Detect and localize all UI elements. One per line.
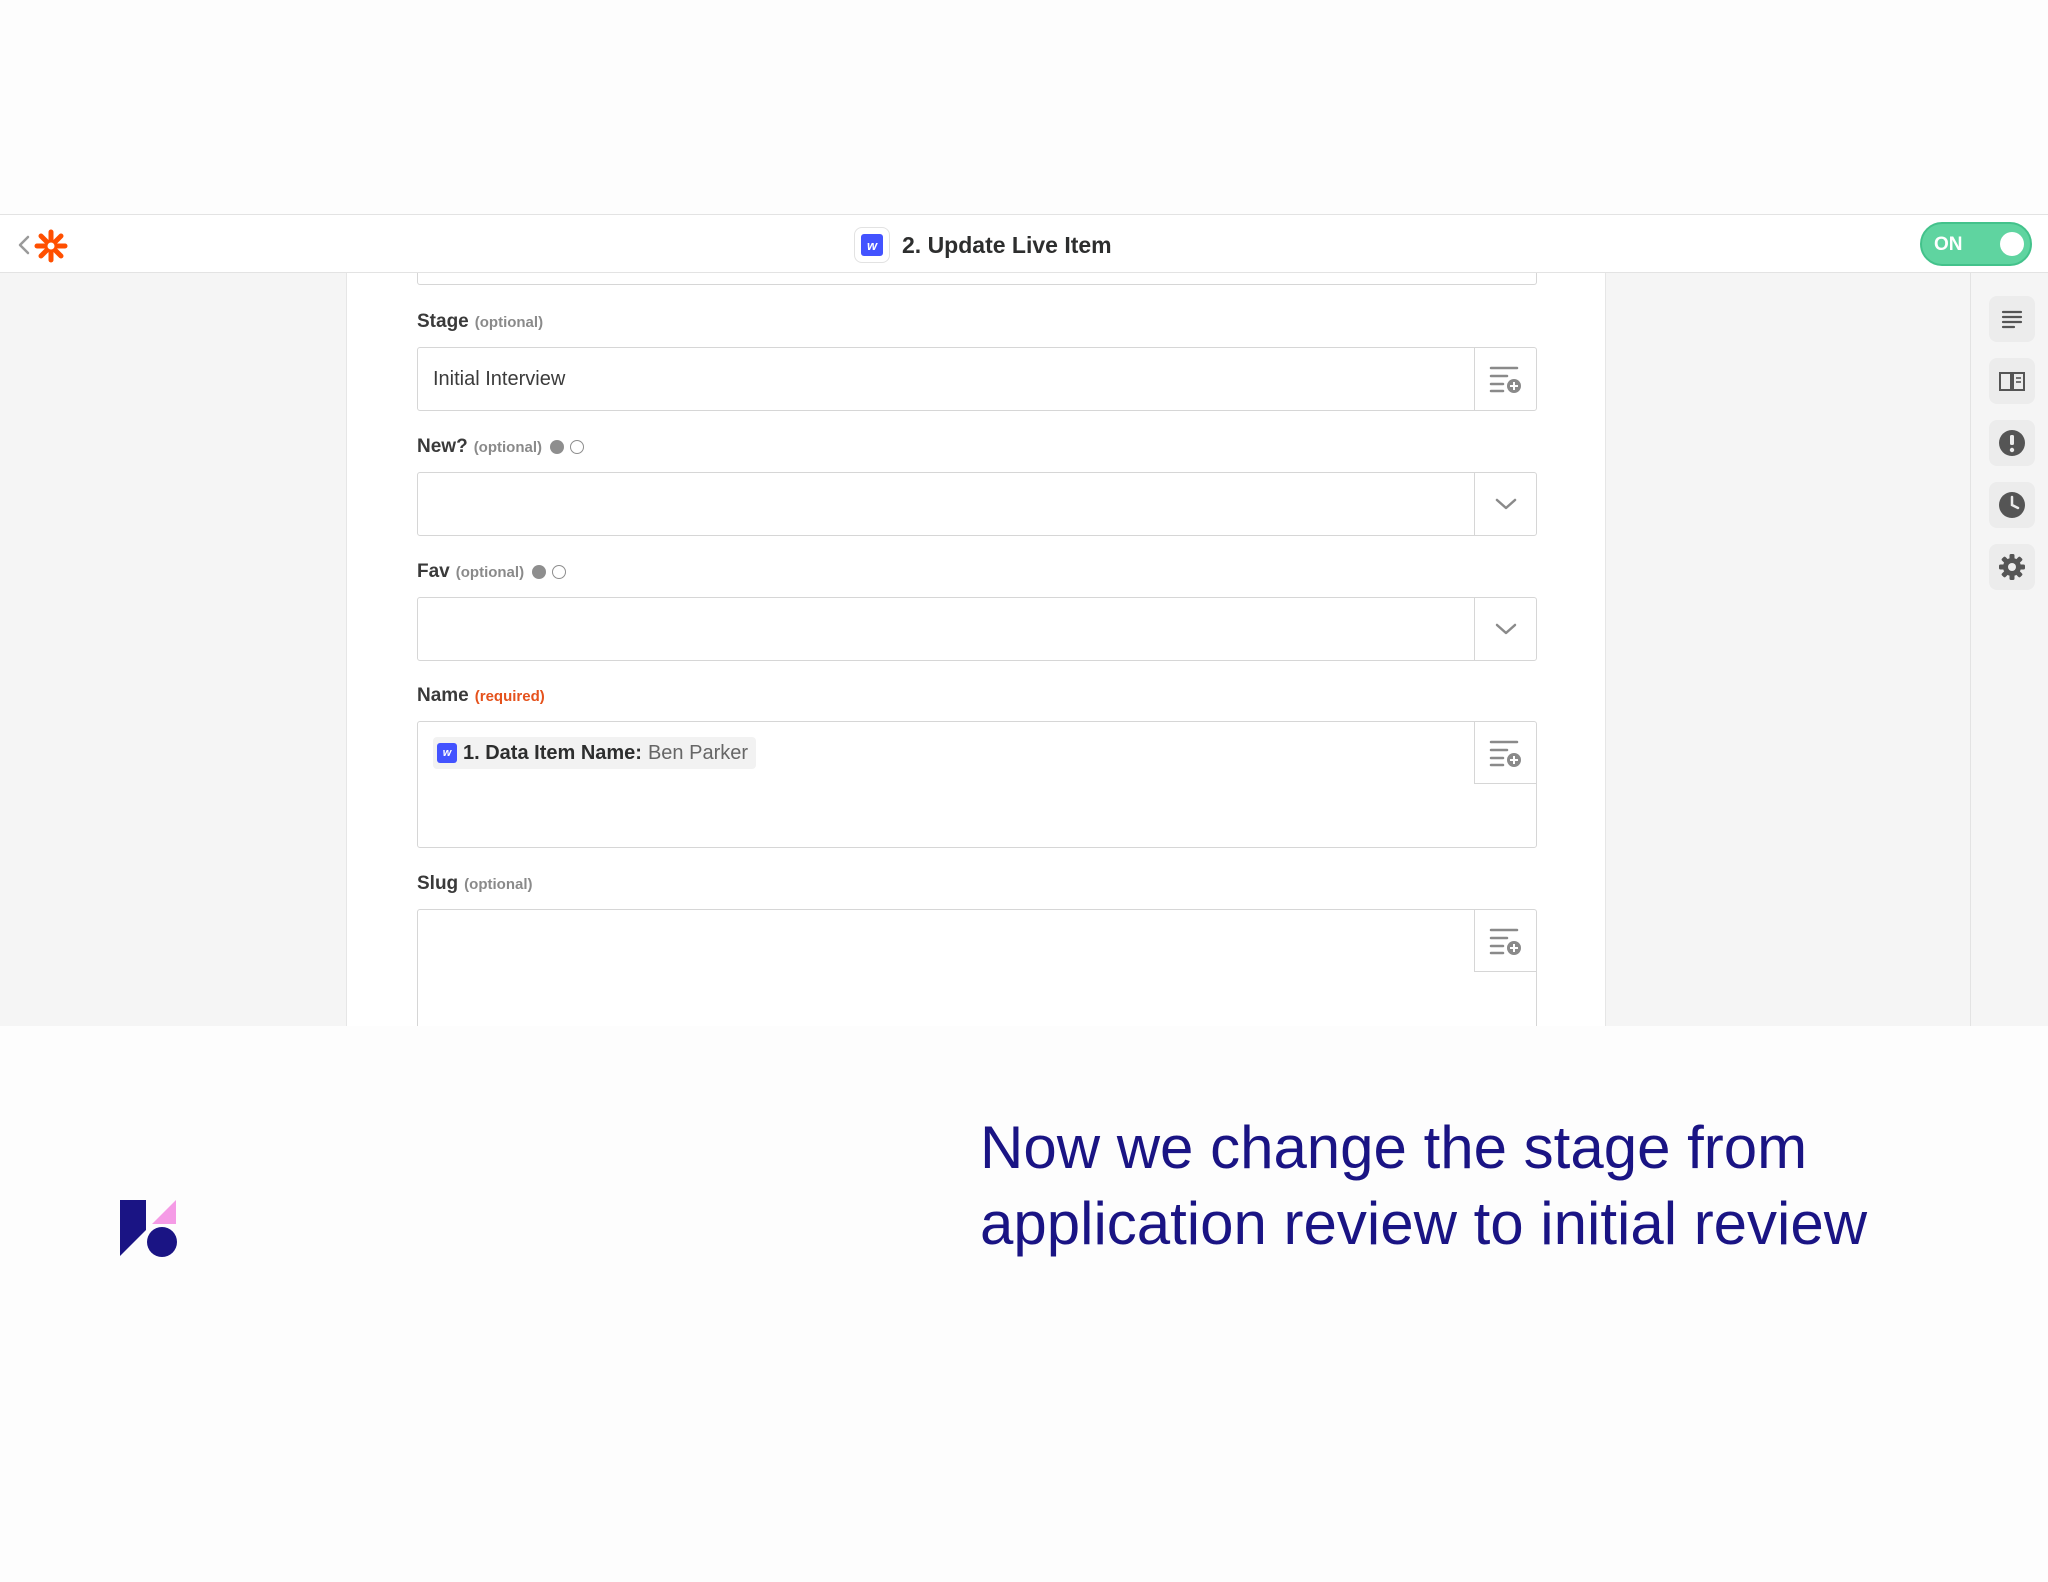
fav-dropdown-toggle[interactable]	[1474, 598, 1536, 660]
rail-settings-button[interactable]	[1989, 544, 2035, 590]
name-label-text: Name	[417, 685, 469, 706]
insert-data-icon	[1489, 928, 1521, 955]
tutorial-caption: Now we change the stage from application…	[980, 1114, 1868, 1257]
insert-data-icon	[1489, 740, 1521, 767]
insert-data-button[interactable]	[1474, 722, 1536, 784]
rail-details-button[interactable]	[1989, 296, 2035, 342]
insert-data-button[interactable]	[1474, 910, 1536, 972]
alert-icon	[1999, 430, 2025, 456]
fav-optional-tag: (optional)	[455, 563, 525, 581]
fav-label-text: Fav	[417, 561, 450, 582]
list-icon	[2001, 310, 2023, 329]
clock-icon	[1999, 492, 2025, 518]
slug-label: Slug (optional)	[417, 873, 533, 895]
gear-icon	[1999, 554, 2025, 580]
scrollbar[interactable]	[1958, 273, 1970, 1026]
top-bar: w 2. Update Live Item ON	[0, 214, 2048, 273]
data-item-name-token[interactable]: w 1. Data Item Name: Ben Parker	[433, 737, 757, 769]
new-optional-tag: (optional)	[473, 438, 543, 456]
fav-dropdown[interactable]	[417, 597, 1537, 661]
step-title-group[interactable]: w 2. Update Live Item	[854, 227, 1112, 263]
book-icon	[1999, 372, 2025, 391]
slug-optional-tag: (optional)	[464, 875, 533, 893]
rail-history-button[interactable]	[1989, 482, 2035, 528]
right-tool-rail	[1970, 273, 2048, 1026]
new-label: New? (optional)	[417, 436, 585, 458]
stage-label: Stage (optional)	[417, 311, 543, 333]
new-dropdown[interactable]	[417, 472, 1537, 536]
zapier-editor-window: w 2. Update Live Item ON Stage (optional…	[0, 214, 2048, 1026]
zapier-logo-icon[interactable]	[34, 229, 68, 263]
name-label: Name (required)	[417, 685, 545, 707]
rail-alerts-button[interactable]	[1989, 420, 2035, 466]
brand-logo-icon	[120, 1200, 177, 1257]
boolean-type-icon	[532, 565, 567, 579]
token-key: 1. Data Item Name:	[463, 741, 642, 764]
insert-data-icon	[1489, 366, 1521, 393]
stage-field[interactable]: Initial Interview	[417, 347, 1537, 411]
boolean-type-icon	[550, 440, 585, 454]
rail-guide-button[interactable]	[1989, 358, 2035, 404]
toggle-knob	[2000, 232, 2024, 256]
chevron-left-icon[interactable]	[14, 233, 34, 257]
name-field[interactable]: w 1. Data Item Name: Ben Parker	[417, 721, 1537, 848]
new-label-text: New?	[417, 436, 468, 457]
new-dropdown-toggle[interactable]	[1474, 473, 1536, 535]
insert-data-button[interactable]	[1474, 348, 1536, 410]
slug-label-text: Slug	[417, 873, 459, 894]
stage-optional-tag: (optional)	[474, 313, 544, 331]
name-required-tag: (required)	[474, 687, 545, 705]
webflow-app-icon: w	[854, 227, 890, 263]
slug-field[interactable]	[417, 909, 1537, 1026]
toggle-label: ON	[1934, 234, 1963, 255]
chevron-down-icon	[1495, 623, 1516, 635]
fav-label: Fav (optional)	[417, 561, 567, 583]
webflow-token-icon: w	[437, 743, 457, 763]
step-form-panel: Stage (optional) Initial Interview New?	[346, 267, 1606, 1026]
zap-on-off-toggle[interactable]: ON	[1920, 222, 2032, 266]
webflow-badge-letter: w	[861, 234, 883, 256]
step-title: 2. Update Live Item	[902, 231, 1112, 258]
stage-value: Initial Interview	[433, 368, 566, 390]
chevron-down-icon	[1495, 498, 1516, 510]
stage-label-text: Stage	[417, 311, 469, 332]
token-value: Ben Parker	[647, 741, 749, 764]
